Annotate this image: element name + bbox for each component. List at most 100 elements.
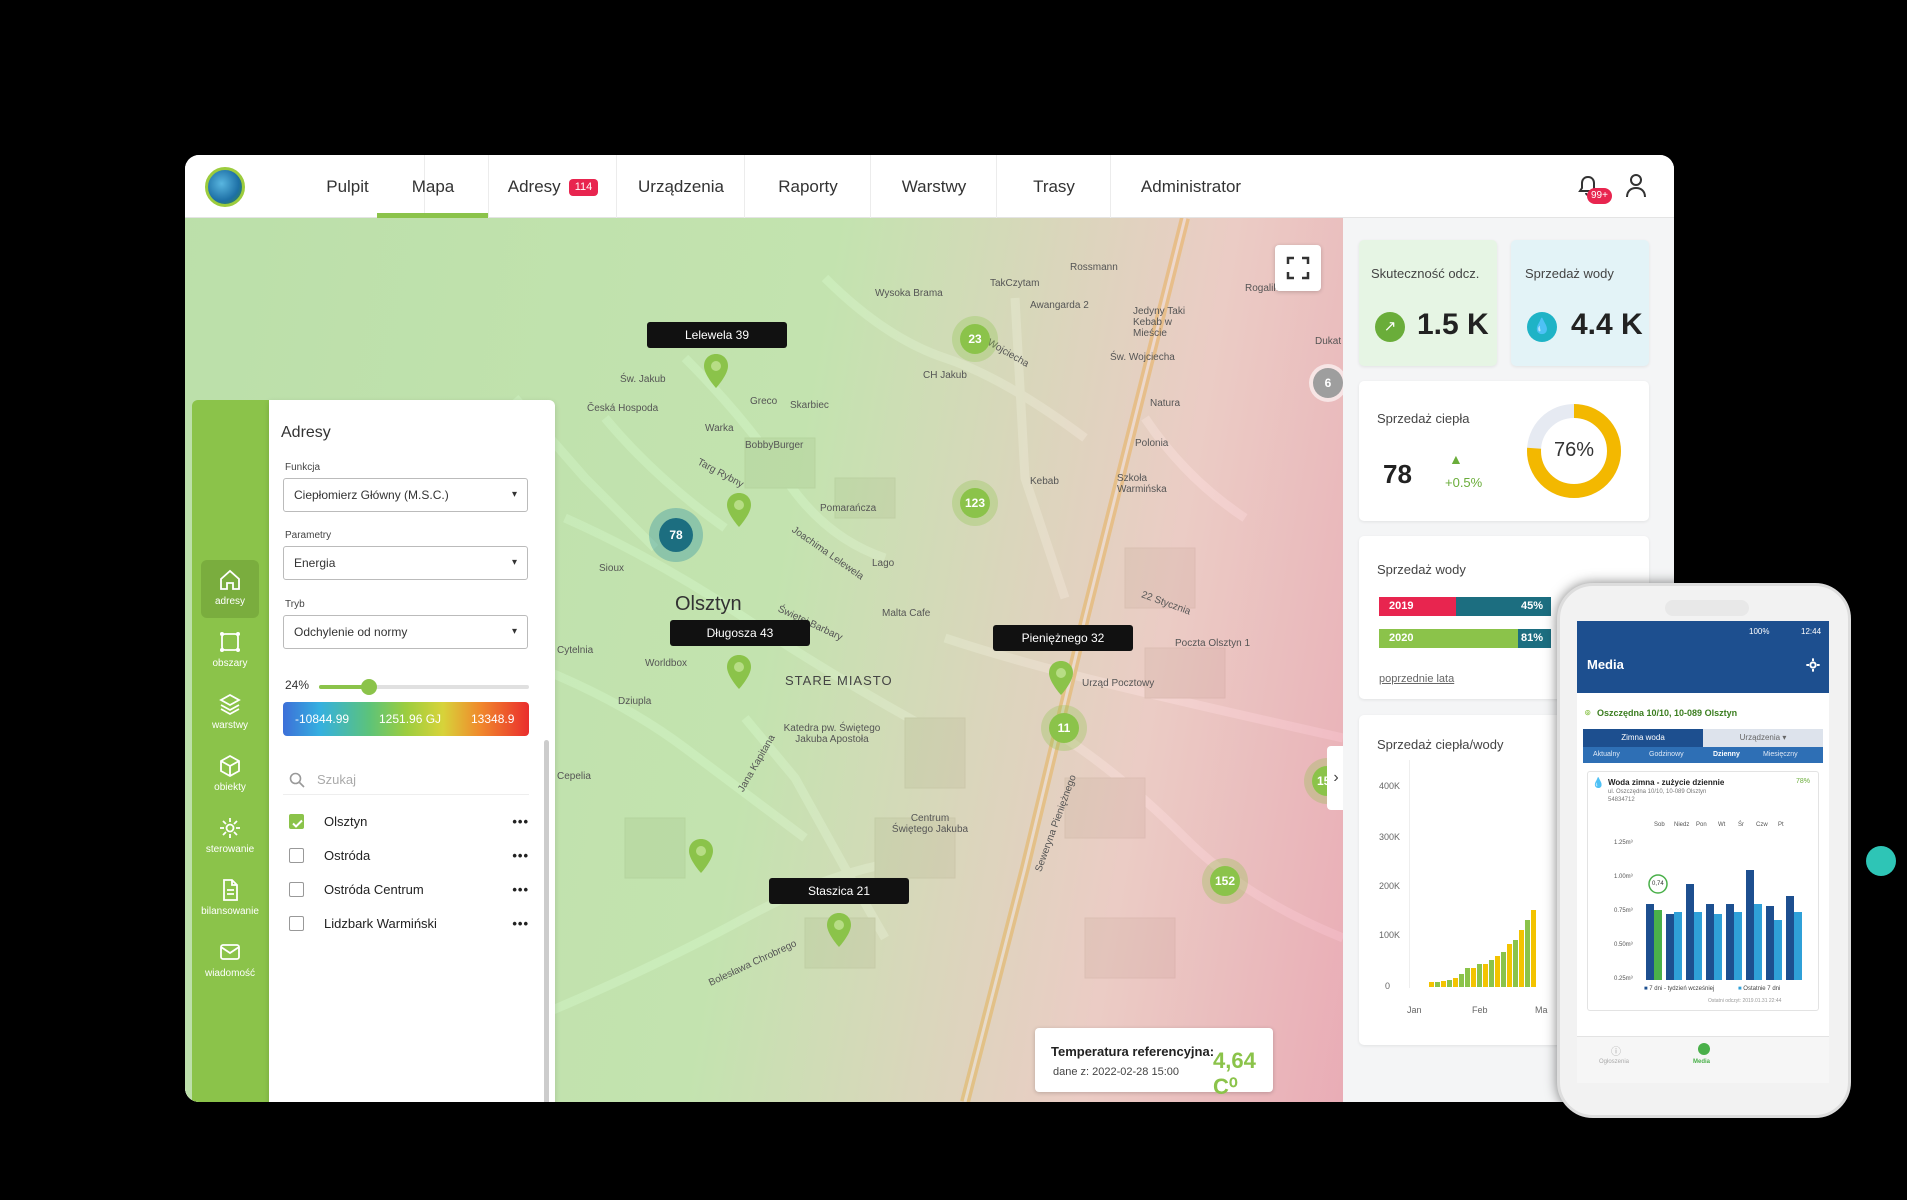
envelope-icon (220, 944, 240, 960)
tab-trasy[interactable]: Trasy (997, 155, 1111, 218)
user-profile-icon[interactable] (1625, 173, 1647, 199)
map-pin-icon[interactable] (725, 654, 753, 690)
map-cluster[interactable]: 11 (1049, 713, 1079, 743)
map-label: Olsztyn (675, 593, 742, 615)
cluster-count: 78 (669, 528, 683, 542)
period-tab[interactable]: Aktualny (1593, 751, 1620, 758)
phone-header: 100% 12:44 Media (1577, 621, 1829, 693)
sidebar-item-wiadomosc[interactable]: wiadomość (201, 932, 259, 990)
usage-chart-card: 💧 Woda zimna - zużycie dziennie 78% ul. … (1587, 771, 1819, 1011)
sidebar-item-obszary[interactable]: obszary (201, 622, 259, 680)
nav-label[interactable]: Ogłoszenia (1599, 1059, 1629, 1065)
map-pin-icon[interactable] (702, 353, 730, 389)
tab-adresy[interactable]: Adresy 114 (489, 155, 617, 218)
map-label: Cepelia (557, 771, 591, 782)
heat-sales-card: Sprzedaż ciepła 78 ▲ +0.5% 76% (1359, 381, 1649, 521)
map-label: BobbyBurger (745, 440, 804, 451)
more-options-icon[interactable]: ••• (512, 844, 529, 868)
scale-mid: 1251.96 GJ (379, 712, 442, 726)
period-tab[interactable]: Miesięczny (1763, 751, 1798, 758)
sidebar-item-obiekty[interactable]: obiekty (201, 746, 259, 804)
more-options-icon[interactable]: ••• (512, 810, 529, 834)
map-cluster[interactable]: 6 (1313, 368, 1343, 398)
tab-raporty[interactable]: Raporty (745, 155, 871, 218)
location-pin-icon: ⌾ (1585, 708, 1591, 718)
threshold-slider[interactable] (319, 679, 529, 695)
temperature-date: dane z: 2022-02-28 15:00 (1053, 1066, 1179, 1078)
more-options-icon[interactable]: ••• (512, 878, 529, 902)
search-input[interactable]: Szukaj (283, 765, 529, 795)
tab-administrator[interactable]: Administrator (1111, 155, 1271, 218)
location-checkbox[interactable] (289, 848, 304, 863)
trend-up-icon: ↗ (1375, 312, 1405, 342)
tab-label: Administrator (1140, 177, 1242, 196)
slider-handle[interactable] (361, 679, 378, 695)
location-checkbox[interactable] (289, 882, 304, 897)
last-reading-note: Ostatni odczyt: 2019.01.31 22:44 (1708, 998, 1782, 1004)
y-tick: 0 (1385, 981, 1391, 991)
app-logo[interactable] (205, 167, 245, 207)
funkcja-select[interactable]: Ciepłomierz Główny (M.S.C.) (283, 478, 528, 512)
map-pin-icon[interactable] (825, 912, 853, 948)
day-label: Niedz (1674, 822, 1690, 828)
panel-scrollbar[interactable] (544, 740, 549, 1102)
map-pin-icon[interactable] (725, 492, 753, 528)
expand-panel-chevron-icon[interactable]: › (1327, 746, 1343, 810)
map-cluster[interactable]: 152 (1210, 866, 1240, 896)
tooltip-label: Lelewela 39 (684, 328, 750, 342)
location-item[interactable]: Lidzbark Warmiński ••• (289, 912, 529, 936)
address-row[interactable]: ⌾ Oszczędna 10/10, 10-089 Olsztyn (1577, 701, 1829, 725)
adresy-count-badge: 114 (568, 179, 599, 196)
sidebar-item-warstwy[interactable]: warstwy (201, 684, 259, 742)
map-pin-icon[interactable] (1047, 660, 1075, 696)
period-tab[interactable]: Godzinowy (1649, 751, 1684, 758)
announcements-icon[interactable]: ⓘ (1611, 1043, 1621, 1058)
more-options-icon[interactable]: ••• (512, 912, 529, 936)
map-cluster[interactable]: 78 (659, 518, 693, 552)
location-item[interactable]: Ostróda Centrum ••• (289, 878, 529, 902)
y-tick: 400K (1379, 781, 1401, 791)
settings-gear-icon[interactable] (1805, 657, 1821, 673)
tryb-select[interactable]: Odchylenie od normy (283, 615, 528, 649)
nav-label-active[interactable]: Media (1693, 1059, 1710, 1065)
kpi-card-reading-efficiency: Skuteczność odcz. ↗ 1.5 K (1359, 240, 1497, 366)
tooltip-label: Pieniężnego 32 (1021, 631, 1105, 645)
map-label: Urząd Pocztowy (1082, 678, 1155, 689)
address-tooltip: Lelewela 39 (647, 322, 787, 348)
sidebar-item-adresy[interactable]: adresy (201, 560, 259, 618)
map-pin-icon[interactable] (687, 838, 715, 874)
sidebar-item-label: sterowanie (205, 844, 255, 855)
tab-devices[interactable]: Urządzenia ▾ (1703, 729, 1823, 747)
tab-cold-water[interactable]: Zimna woda (1583, 729, 1703, 747)
media-icon[interactable] (1698, 1043, 1710, 1055)
parametry-select[interactable]: Energia (283, 546, 528, 580)
tab-warstwy[interactable]: Warstwy (871, 155, 997, 218)
sidebar-item-label: warstwy (211, 720, 249, 731)
location-checkbox[interactable] (289, 814, 304, 829)
panel-title: Adresy (281, 424, 331, 441)
cluster-count: 152 (1214, 874, 1236, 888)
location-name: Lidzbark Warmiński (324, 916, 437, 931)
x-tick: Jan (1407, 1005, 1422, 1015)
legend-item: ■ Ostatnie 7 dni (1738, 986, 1781, 992)
map-cluster[interactable]: 123 (960, 488, 990, 518)
tab-mapa[interactable]: Mapa (377, 155, 489, 218)
map-cluster[interactable]: 23 (960, 324, 990, 354)
tab-label: Mapa (411, 177, 455, 196)
cluster-count: 6 (1324, 376, 1332, 390)
location-checkbox[interactable] (289, 916, 304, 931)
location-item[interactable]: Ostróda ••• (289, 844, 529, 868)
chat-bubble-button[interactable] (1866, 846, 1896, 876)
temperature-value: 4,64 C⁰ (1213, 1048, 1256, 1099)
sidebar-item-bilansowanie[interactable]: bilansowanie (201, 870, 259, 928)
period-tab-active[interactable]: Dzienny (1713, 751, 1740, 758)
tab-label: Pulpit (326, 177, 369, 196)
location-item[interactable]: Olsztyn ••• (289, 810, 529, 834)
sidebar-item-sterowanie[interactable]: sterowanie (201, 808, 259, 866)
notifications-bell-icon[interactable]: 99+ (1578, 175, 1612, 204)
fullscreen-button[interactable] (1275, 245, 1321, 291)
map-label: CH Jakub (923, 370, 967, 381)
previous-years-link[interactable]: poprzednie lata (1379, 673, 1454, 685)
tab-urzadzenia[interactable]: Urządzenia (617, 155, 745, 218)
layers-icon (219, 693, 241, 716)
